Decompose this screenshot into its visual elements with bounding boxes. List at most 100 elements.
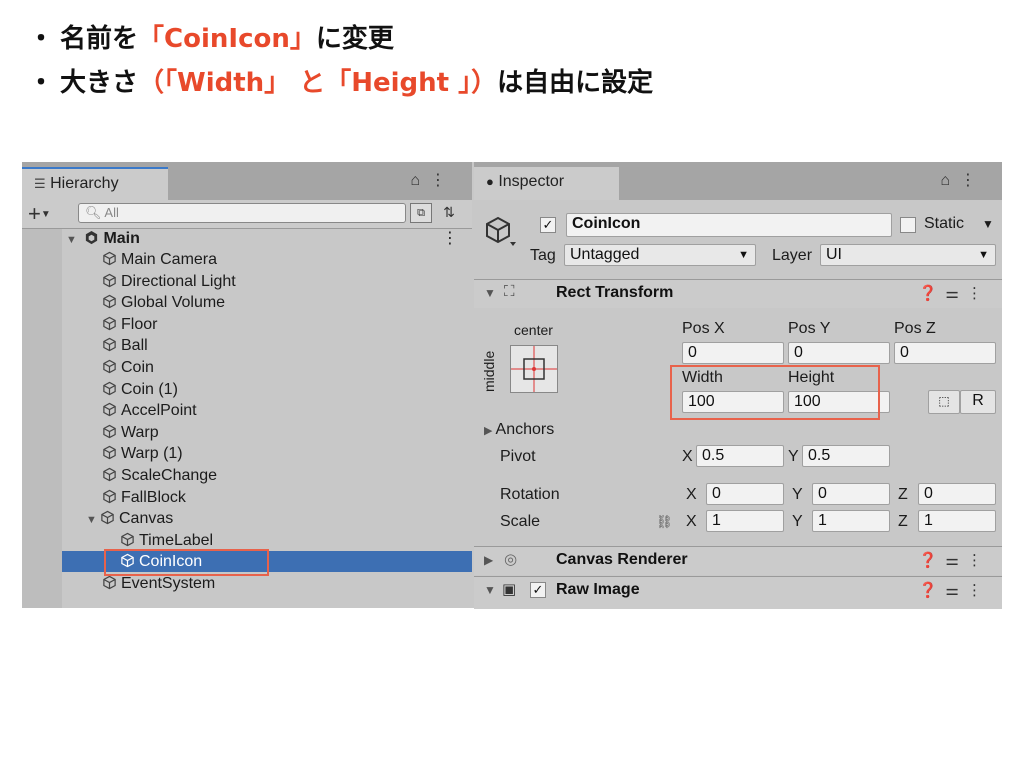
rotation-y-field[interactable]: 0	[812, 483, 890, 505]
instruction-line-2: ・大きさ（「Width」 と「Height 」）は自由に設定	[28, 62, 653, 99]
constrain-proportions-icon[interactable]: ⛓	[656, 512, 673, 532]
expand-arrow-icon[interactable]: ▼	[66, 230, 80, 251]
instruction-text: は自由に設定	[497, 68, 654, 98]
gameobject-icon	[103, 381, 116, 395]
callout-box-size	[670, 365, 880, 420]
hierarchy-root[interactable]: ▼ Main ⋮	[62, 228, 472, 249]
help-icon[interactable]: ❓	[919, 285, 946, 302]
hierarchy-tabbar: ☰ Hierarchy ⌂⋮	[22, 162, 472, 200]
rect-transform-header[interactable]: ▼ ⛶ Rect Transform ❓⚌⋮	[474, 279, 1002, 308]
kebab-menu-icon[interactable]: ⋮	[967, 552, 990, 569]
instruction-highlight: 「CoinIcon」	[138, 24, 316, 54]
blueprint-mode-button[interactable]: ⬚	[928, 390, 960, 414]
collapse-arrow-icon[interactable]: ▼	[484, 286, 496, 300]
scale-z-field[interactable]: 1	[918, 510, 996, 532]
hierarchy-item-label: Floor	[121, 315, 158, 333]
hierarchy-item[interactable]: Coin	[62, 357, 472, 378]
hierarchy-item[interactable]: TimeLabel	[62, 530, 472, 551]
raw-image-header[interactable]: ▼ ▣ ✓ Raw Image ❓⚌⋮	[474, 576, 1002, 609]
settings-sliders-icon[interactable]: ⚌	[946, 582, 967, 599]
lock-icon[interactable]: ⌂	[410, 172, 430, 189]
hierarchy-item[interactable]: Coin (1)	[62, 379, 472, 400]
search-input[interactable]: 🔍︎ All	[78, 203, 406, 223]
anchor-preset-button[interactable]	[510, 345, 558, 393]
kebab-menu-icon[interactable]: ⋮	[967, 285, 990, 302]
help-icon[interactable]: ❓	[919, 582, 946, 599]
hierarchy-panel: ☰ Hierarchy ⌂⋮ +▼ 🔍︎ All ⧉ ⇅ ▼ Main ⋮ Ma…	[22, 162, 472, 608]
collapse-arrow-icon[interactable]: ▼	[484, 583, 496, 597]
expand-arrow-icon[interactable]: ▼	[86, 510, 100, 531]
gameobject-icon	[103, 467, 116, 482]
kebab-menu-icon[interactable]: ⋮	[430, 172, 456, 189]
pos-y-field[interactable]: 0	[788, 342, 890, 364]
expand-arrow-icon: ▶	[484, 425, 496, 437]
hierarchy-item[interactable]: Floor	[62, 314, 472, 335]
object-name-field[interactable]: CoinIcon	[566, 213, 892, 237]
kebab-menu-icon[interactable]: ⋮	[442, 228, 458, 249]
root-label: Main	[103, 230, 140, 247]
kebab-menu-icon[interactable]: ⋮	[967, 582, 990, 599]
rotation-x-field[interactable]: 0	[706, 483, 784, 505]
hierarchy-item-label: Coin	[121, 359, 154, 376]
raw-edit-button[interactable]: R	[960, 390, 996, 414]
settings-sliders-icon[interactable]: ⚌	[946, 285, 967, 302]
hierarchy-item[interactable]: ScaleChange	[62, 465, 472, 486]
hierarchy-item[interactable]: ▼ Canvas	[62, 508, 472, 529]
bullet: ・	[28, 68, 55, 98]
canvas-renderer-header[interactable]: ▶ ◎ Canvas Renderer ❓⚌⋮	[474, 546, 1002, 575]
rect-transform-icon: ⛶	[504, 283, 515, 300]
static-checkbox[interactable]	[900, 217, 916, 233]
tag-dropdown[interactable]: Untagged ▼	[564, 244, 756, 266]
tab-inspector[interactable]: ● Inspector	[474, 167, 619, 200]
hierarchy-item-label: Directional Light	[121, 272, 236, 290]
hierarchy-item[interactable]: FallBlock	[62, 487, 472, 508]
layer-value: UI	[826, 246, 842, 263]
tag-value: Untagged	[570, 246, 640, 263]
settings-sliders-icon[interactable]: ⚌	[946, 552, 967, 569]
hierarchy-item-label: ScaleChange	[121, 467, 218, 484]
inspector-tabbar: ● Inspector ⌂⋮	[474, 162, 1002, 200]
pos-z-field[interactable]: 0	[894, 342, 996, 364]
pos-z-label: Pos Z	[894, 320, 936, 337]
layer-dropdown[interactable]: UI ▼	[820, 244, 996, 266]
active-checkbox[interactable]: ✓	[540, 217, 556, 233]
hierarchy-item[interactable]: AccelPoint	[62, 400, 472, 421]
hierarchy-item-label: TimeLabel	[139, 531, 214, 549]
chevron-down-icon[interactable]: ▼	[982, 214, 994, 234]
help-icon[interactable]: ❓	[919, 552, 946, 569]
anchor-vertical-label: middle	[481, 350, 497, 392]
pivot-x-field[interactable]: 0.5	[696, 445, 784, 467]
hierarchy-item[interactable]: Directional Light	[62, 271, 472, 292]
anchors-foldout[interactable]: ▶ Anchors	[484, 420, 554, 441]
instruction-text: 大きさ	[60, 68, 139, 98]
scale-y-field[interactable]: 1	[812, 510, 890, 532]
gameobject-icon	[103, 316, 116, 331]
add-button[interactable]: +▼	[28, 201, 51, 227]
rotation-z-field[interactable]: 0	[918, 483, 996, 505]
scale-y-label: Y	[792, 513, 803, 530]
pos-x-field[interactable]: 0	[682, 342, 784, 364]
hierarchy-item[interactable]: Warp	[62, 422, 472, 443]
scene-visibility-icon[interactable]: ⧉	[410, 203, 432, 223]
kebab-menu-icon[interactable]: ⋮	[960, 172, 986, 189]
anchors-label: Anchors	[495, 421, 555, 438]
inspector-panel: ● Inspector ⌂⋮ ✓ CoinIcon Static ▼ Tag U…	[474, 162, 1002, 609]
hierarchy-item[interactable]: Ball	[62, 335, 472, 356]
chevron-down-icon: ▼	[40, 209, 51, 220]
tab-hierarchy[interactable]: ☰ Hierarchy	[22, 167, 168, 200]
pivot-y-field[interactable]: 0.5	[802, 445, 890, 467]
lock-icon[interactable]: ⌂	[940, 172, 960, 189]
hierarchy-item[interactable]: Global Volume	[62, 292, 472, 313]
scale-x-field[interactable]: 1	[706, 510, 784, 532]
static-label: Static	[924, 215, 965, 232]
hierarchy-item[interactable]: Warp (1)	[62, 443, 472, 464]
expand-arrow-icon[interactable]: ▶	[484, 553, 493, 567]
hierarchy-item[interactable]: EventSystem	[62, 573, 472, 594]
hierarchy-item-label: Global Volume	[121, 294, 226, 312]
sort-icon[interactable]: ⇅	[438, 203, 460, 223]
scale-label: Scale	[500, 513, 541, 530]
scale-z-label: Z	[898, 513, 908, 530]
raw-image-enabled-checkbox[interactable]: ✓	[530, 582, 546, 598]
pos-y-label: Pos Y	[788, 320, 831, 337]
hierarchy-item[interactable]: Main Camera	[62, 249, 472, 270]
